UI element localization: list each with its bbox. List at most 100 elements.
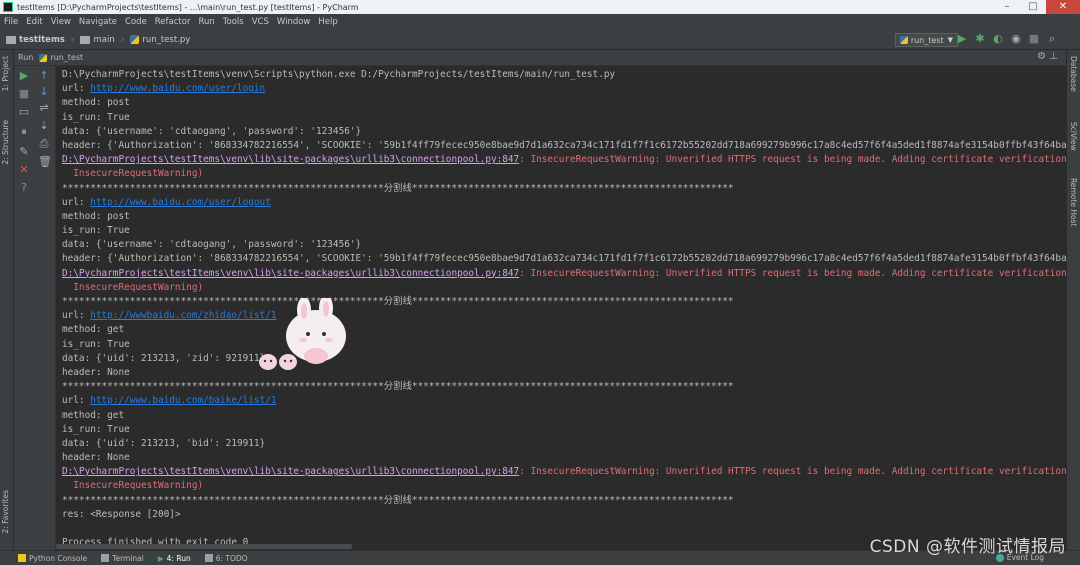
close-run-icon[interactable]: ✕ bbox=[18, 164, 30, 176]
breadcrumb-file[interactable]: run_test.py bbox=[130, 35, 190, 45]
console-line: url: http://wwwbaidu.com/zhidao/list/1 bbox=[62, 309, 1066, 323]
console-line: method: post bbox=[62, 97, 130, 109]
breadcrumb-folder[interactable]: main bbox=[80, 35, 115, 45]
console-url-link[interactable]: http://www.baidu.com/user/login bbox=[90, 83, 265, 94]
terminal-icon bbox=[101, 554, 110, 562]
console-warning-text: : InsecureRequestWarning: Unverified HTT… bbox=[519, 466, 1066, 478]
print-icon[interactable]: ⎙ bbox=[38, 138, 50, 150]
console-line-prefix: url: bbox=[62, 310, 91, 322]
console-warning-text: : InsecureRequestWarning: Unverified HTT… bbox=[519, 267, 1066, 279]
console-line: header: {'Authorization': '8683347822165… bbox=[62, 139, 1066, 151]
console-file-link[interactable]: D:\PycharmProjects\testItems\venv\lib\si… bbox=[62, 268, 519, 279]
console-line-prefix: url: bbox=[62, 196, 91, 208]
menu-vcs[interactable]: VCS bbox=[252, 17, 269, 27]
maximize-button[interactable]: □ bbox=[1020, 0, 1046, 14]
trash-icon[interactable]: 🗑 bbox=[38, 156, 52, 168]
breadcrumb-separator: › bbox=[120, 34, 125, 45]
console-line: D:\PycharmProjects\testItems\venv\lib\si… bbox=[62, 267, 1066, 281]
run-icon[interactable]: ▶ bbox=[956, 33, 968, 45]
pause-output-icon[interactable]: ⏸ bbox=[18, 126, 30, 138]
tab-favorites[interactable]: 2: Favorites bbox=[1, 490, 10, 534]
bunny-sticker-image bbox=[259, 298, 346, 370]
console-line: data: {'uid': 213213, 'zid': 921911} bbox=[62, 352, 266, 364]
console-line: is_run: True bbox=[62, 225, 130, 237]
folder-icon bbox=[6, 35, 16, 44]
run-tab[interactable]: run_test bbox=[50, 53, 83, 62]
menu-code[interactable]: Code bbox=[125, 17, 147, 27]
console-line: url: http://www.baidu.com/user/login bbox=[62, 82, 1066, 96]
console-url-link[interactable]: http://www.baidu.com/user/logout bbox=[90, 197, 271, 208]
menu-run[interactable]: Run bbox=[198, 17, 214, 27]
coverage-icon[interactable]: ◐ bbox=[992, 33, 1004, 45]
chevron-down-icon: ▼ bbox=[947, 36, 953, 44]
run-toolbar-primary: ▶ ■ ▭ ⏸ ✎ ✕ ? bbox=[14, 66, 34, 550]
debug-icon[interactable]: ✱ bbox=[974, 33, 986, 45]
pin-icon[interactable]: ✎ bbox=[18, 146, 30, 158]
console-line: InsecureRequestWarning) bbox=[62, 281, 204, 293]
help-icon[interactable]: ? bbox=[18, 182, 30, 194]
breadcrumb-project[interactable]: testItems bbox=[6, 35, 65, 45]
restore-layout-icon[interactable]: ▭ bbox=[18, 106, 30, 118]
console-line: header: {'Authorization': '8683347822165… bbox=[62, 253, 1066, 265]
run-panel-header: Run run_test ⚙ ⊥ bbox=[14, 50, 1066, 66]
console-line: D:\PycharmProjects\testItems\venv\lib\si… bbox=[62, 465, 1066, 479]
menu-file[interactable]: File bbox=[4, 17, 18, 27]
console-line-prefix: url: bbox=[62, 395, 91, 407]
stop-icon[interactable]: ■ bbox=[1028, 33, 1040, 45]
scroll-to-end-icon[interactable]: ⇣ bbox=[38, 120, 50, 132]
console-line: data: {'username': 'cdtaogang', 'passwor… bbox=[62, 239, 362, 251]
console-line: ****************************************… bbox=[62, 296, 734, 307]
console-url-link[interactable]: http://wwwbaidu.com/zhidao/list/1 bbox=[90, 310, 276, 321]
run-configuration-dropdown[interactable]: run_test ▼ bbox=[894, 33, 958, 47]
menu-tools[interactable]: Tools bbox=[223, 17, 244, 27]
tab-structure[interactable]: 2: Structure bbox=[1, 120, 10, 165]
menu-edit[interactable]: Edit bbox=[26, 17, 42, 27]
tab-terminal[interactable]: Terminal bbox=[101, 554, 144, 563]
tab-remote-host[interactable]: Remote Host bbox=[1069, 178, 1078, 226]
search-icon[interactable]: ⌕ bbox=[1046, 33, 1058, 45]
gear-icon[interactable]: ⚙ ⊥ bbox=[1037, 51, 1058, 62]
menu-view[interactable]: View bbox=[51, 17, 71, 27]
console-output[interactable]: D:\PycharmProjects\testItems\venv\Script… bbox=[56, 66, 1066, 550]
tab-project[interactable]: 1: Project bbox=[1, 56, 10, 91]
console-line-prefix: url: bbox=[62, 83, 91, 95]
soft-wrap-icon[interactable]: ⇌ bbox=[38, 102, 50, 114]
minimize-button[interactable]: – bbox=[994, 0, 1020, 14]
arrow-up-icon[interactable]: ↑ bbox=[38, 70, 50, 82]
console-file-link[interactable]: D:\PycharmProjects\testItems\venv\lib\si… bbox=[62, 466, 519, 477]
stop-icon[interactable]: ■ bbox=[18, 88, 30, 100]
python-file-icon bbox=[130, 35, 140, 44]
pycharm-logo-icon bbox=[3, 2, 13, 12]
tab-database[interactable]: Database bbox=[1069, 56, 1078, 92]
console-line: InsecureRequestWarning) bbox=[62, 168, 204, 180]
tab-sciview[interactable]: SciView bbox=[1069, 122, 1078, 151]
arrow-down-icon[interactable]: ↓ bbox=[38, 86, 50, 98]
window-title: testItems [D:\PycharmProjects\testItems]… bbox=[17, 2, 359, 12]
menu-navigate[interactable]: Navigate bbox=[79, 17, 117, 27]
console-line: url: http://www.baidu.com/baike/list/1 bbox=[62, 394, 1066, 408]
close-button[interactable]: ✕ bbox=[1046, 0, 1080, 14]
menu-window[interactable]: Window bbox=[277, 17, 311, 27]
tab-todo[interactable]: 6: TODO bbox=[204, 554, 248, 563]
console-line: res: <Response [200]> bbox=[62, 508, 181, 520]
menu-refactor[interactable]: Refactor bbox=[155, 17, 191, 27]
run-panel-label: Run bbox=[18, 53, 34, 62]
menu-bar: File Edit View Navigate Code Refactor Ru… bbox=[0, 14, 1080, 30]
toolbar-actions: ▶ ✱ ◐ ◉ ■ ⌕ bbox=[956, 33, 1058, 45]
console-file-link[interactable]: D:\PycharmProjects\testItems\venv\lib\si… bbox=[62, 154, 519, 165]
python-file-icon bbox=[899, 36, 908, 44]
left-tool-strip: 1: Project 2: Structure 2: Favorites bbox=[0, 50, 14, 550]
rerun-icon[interactable]: ▶ bbox=[18, 70, 30, 82]
profile-icon[interactable]: ◉ bbox=[1010, 33, 1022, 45]
horizontal-scrollbar[interactable] bbox=[56, 544, 352, 549]
breadcrumb-separator: › bbox=[70, 34, 75, 45]
tab-run[interactable]: ▶ 4: Run bbox=[158, 554, 191, 563]
tab-python-console[interactable]: Python Console bbox=[18, 554, 87, 563]
console-line: ****************************************… bbox=[62, 494, 734, 506]
console-line: data: {'uid': 213213, 'bid': 219911} bbox=[62, 437, 266, 449]
console-line: method: get bbox=[62, 409, 125, 421]
console-url-link[interactable]: http://www.baidu.com/baike/list/1 bbox=[90, 395, 276, 406]
console-line: is_run: True bbox=[62, 338, 130, 350]
menu-help[interactable]: Help bbox=[318, 17, 337, 27]
console-line: url: http://www.baidu.com/user/logout bbox=[62, 196, 1066, 210]
